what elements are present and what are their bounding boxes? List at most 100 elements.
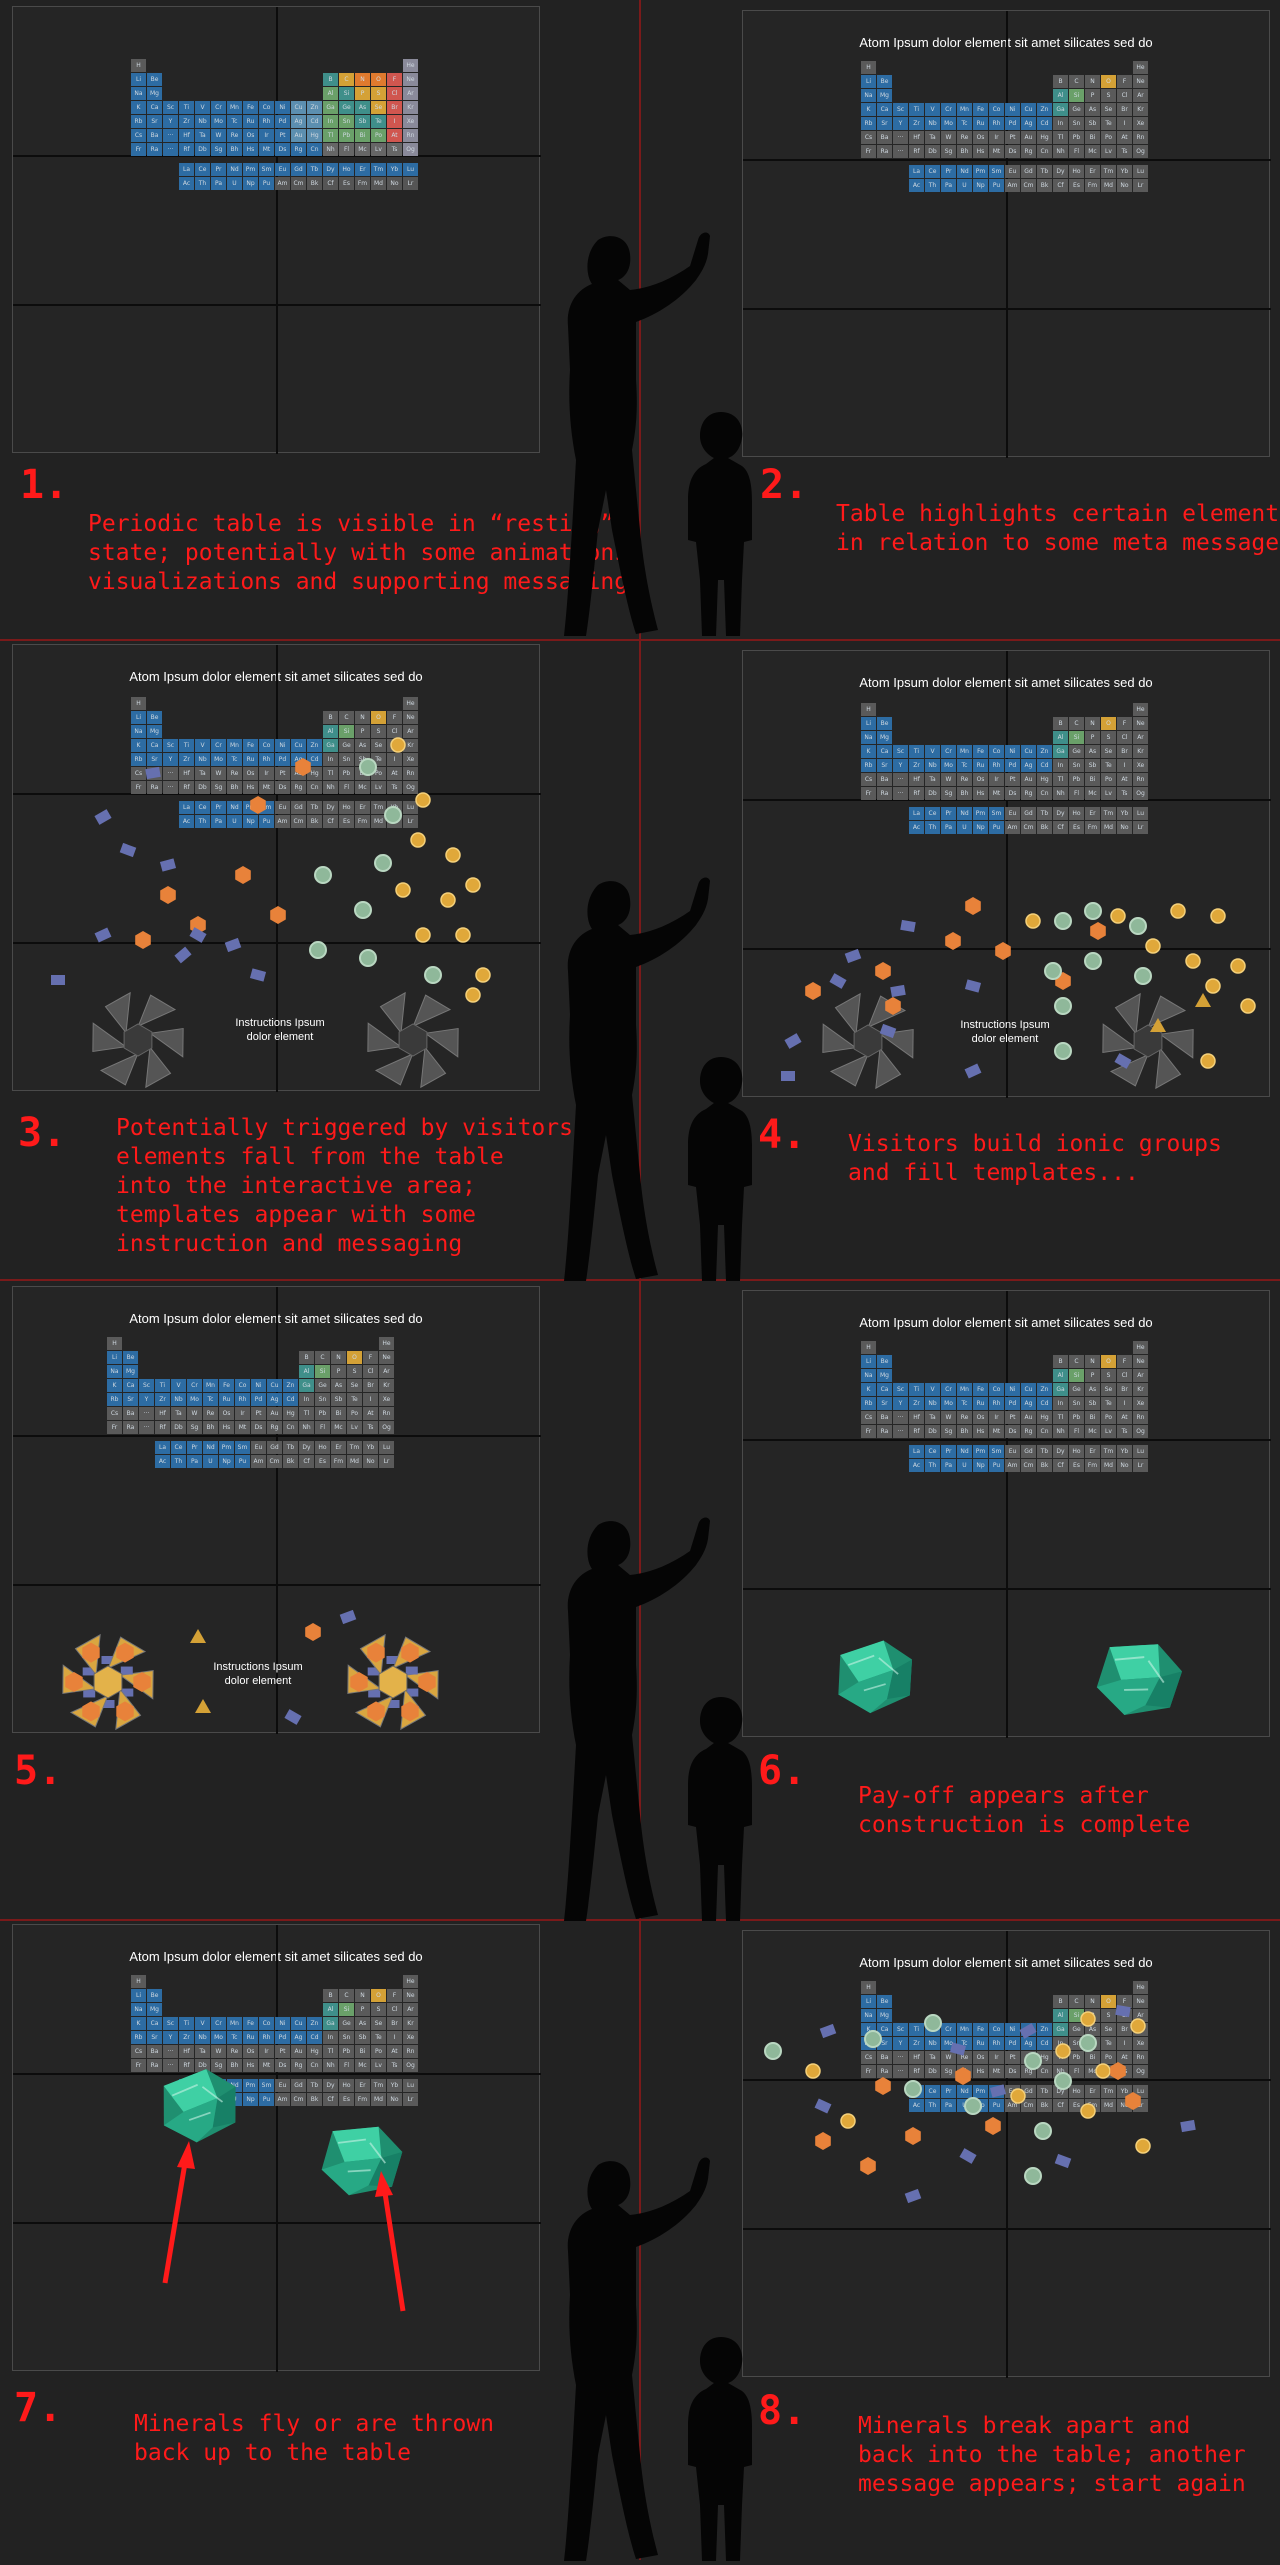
ion-tag-piece[interactable] — [94, 809, 112, 825]
element-cell[interactable]: P — [1085, 89, 1100, 102]
silicon-oxygen-piece[interactable] — [250, 796, 266, 814]
element-cell[interactable]: Cd — [1037, 1397, 1052, 1410]
element-cell[interactable]: U — [957, 1459, 972, 1472]
cation-piece[interactable] — [309, 941, 327, 959]
oxygen-piece[interactable] — [390, 737, 406, 753]
element-cell[interactable]: Tb — [307, 163, 322, 176]
element-cell[interactable]: Xe — [403, 115, 418, 128]
element-cell[interactable]: Mt — [989, 1425, 1004, 1438]
element-cell[interactable]: Mo — [211, 115, 226, 128]
ion-tag-piece[interactable] — [959, 2148, 977, 2164]
element-cell[interactable]: Th — [925, 1459, 940, 1472]
cation-piece[interactable] — [904, 2080, 922, 2098]
silicon-oxygen-piece[interactable] — [965, 897, 981, 915]
element-cell[interactable]: V — [925, 103, 940, 116]
oxygen-piece[interactable] — [455, 927, 471, 943]
oxygen-piece[interactable] — [1025, 913, 1041, 929]
element-cell[interactable]: Se — [371, 101, 386, 114]
element-cell[interactable]: Cm — [291, 177, 306, 190]
element-cell[interactable]: F — [1117, 75, 1132, 88]
element-cell[interactable]: As — [1085, 1383, 1100, 1396]
element-cell[interactable]: Sc — [163, 101, 178, 114]
element-cell[interactable]: Ge — [1069, 1383, 1084, 1396]
element-cell[interactable]: Cu — [291, 101, 306, 114]
cation-piece[interactable] — [374, 854, 392, 872]
element-cell[interactable]: Ar — [403, 87, 418, 100]
ion-tag-piece[interactable] — [829, 973, 847, 989]
element-cell[interactable]: Sm — [259, 163, 274, 176]
element-cell[interactable]: Mc — [355, 143, 370, 156]
element-cell[interactable]: Pu — [989, 179, 1004, 192]
element-cell[interactable]: Ce — [195, 163, 210, 176]
element-cell[interactable]: P — [1085, 1369, 1100, 1382]
element-cell[interactable]: Se — [1101, 1383, 1116, 1396]
element-cell[interactable]: Cn — [1037, 1425, 1052, 1438]
element-cell[interactable]: S — [1101, 89, 1116, 102]
element-cell[interactable]: C — [339, 73, 354, 86]
element-cell[interactable]: Kr — [403, 101, 418, 114]
element-cell[interactable]: Sb — [355, 115, 370, 128]
element-cell[interactable]: Pa — [211, 177, 226, 190]
element-cell[interactable]: Br — [387, 101, 402, 114]
element-cell[interactable]: Fl — [1069, 145, 1084, 158]
element-cell[interactable]: Rf — [909, 145, 924, 158]
element-cell[interactable]: Y — [893, 117, 908, 130]
silicon-oxygen-piece[interactable] — [270, 906, 286, 924]
ion-tag-piece[interactable] — [989, 2084, 1007, 2098]
element-cell[interactable]: K — [861, 1383, 876, 1396]
cation-piece[interactable] — [1054, 912, 1072, 930]
element-cell[interactable]: Ho — [1069, 165, 1084, 178]
element-cell[interactable]: B — [1053, 75, 1068, 88]
silicon-oxygen-piece[interactable] — [1125, 2092, 1141, 2110]
silicon-oxygen-piece[interactable] — [875, 2077, 891, 2095]
element-cell[interactable]: Ta — [195, 129, 210, 142]
element-cell[interactable]: Fm — [355, 177, 370, 190]
element-cell[interactable]: Nh — [1053, 1425, 1068, 1438]
ion-tag-piece[interactable] — [964, 1063, 982, 1079]
element-cell[interactable]: Es — [1069, 1459, 1084, 1472]
element-cell[interactable]: Nd — [227, 163, 242, 176]
element-cell[interactable]: No — [1117, 1459, 1132, 1472]
element-cell[interactable]: Ar — [1133, 89, 1148, 102]
element-cell[interactable]: Nb — [925, 1397, 940, 1410]
element-cell[interactable]: Hg — [1037, 1411, 1052, 1424]
element-cell[interactable]: Lu — [1133, 1445, 1148, 1458]
cation-piece[interactable] — [1024, 2052, 1042, 2070]
element-cell[interactable]: Nd — [957, 165, 972, 178]
cation-piece[interactable] — [359, 758, 377, 776]
element-cell[interactable]: Pd — [1005, 1397, 1020, 1410]
element-cell[interactable]: Fr — [861, 145, 876, 158]
element-cell[interactable]: Ce — [925, 1445, 940, 1458]
element-cell[interactable]: Si — [1069, 89, 1084, 102]
cation-piece[interactable] — [1134, 967, 1152, 985]
element-cell[interactable]: Pb — [1069, 131, 1084, 144]
element-cell[interactable]: Mo — [941, 1397, 956, 1410]
element-cell[interactable]: Gd — [1021, 1445, 1036, 1458]
element-cell[interactable]: Ac — [909, 1459, 924, 1472]
element-cell[interactable]: Cn — [307, 143, 322, 156]
element-cell[interactable]: Pa — [941, 179, 956, 192]
element-cell[interactable]: Cr — [941, 103, 956, 116]
triangle-piece[interactable] — [190, 1629, 206, 1643]
element-cell[interactable]: In — [1053, 117, 1068, 130]
ion-tag-piece[interactable] — [145, 766, 161, 780]
element-cell[interactable]: Gd — [291, 163, 306, 176]
oxygen-piece[interactable] — [445, 847, 461, 863]
element-cell[interactable]: Ac — [909, 179, 924, 192]
element-cell[interactable]: I — [1117, 117, 1132, 130]
element-cell[interactable]: Bi — [355, 129, 370, 142]
element-cell[interactable]: Rh — [259, 115, 274, 128]
element-cell[interactable]: Hf — [909, 1411, 924, 1424]
element-cell[interactable]: O — [371, 73, 386, 86]
element-cell[interactable]: Tc — [957, 1397, 972, 1410]
ion-tag-piece[interactable] — [339, 1609, 357, 1625]
element-cell[interactable]: Ru — [243, 115, 258, 128]
element-cell[interactable]: Ni — [1005, 1383, 1020, 1396]
oxygen-piece[interactable] — [440, 892, 456, 908]
element-cell[interactable]: Sg — [941, 145, 956, 158]
element-cell[interactable]: Fl — [339, 143, 354, 156]
element-cell[interactable]: Be — [147, 73, 162, 86]
oxygen-piece[interactable] — [465, 877, 481, 893]
element-cell[interactable]: Yb — [1117, 1445, 1132, 1458]
element-cell[interactable]: Fe — [973, 1383, 988, 1396]
